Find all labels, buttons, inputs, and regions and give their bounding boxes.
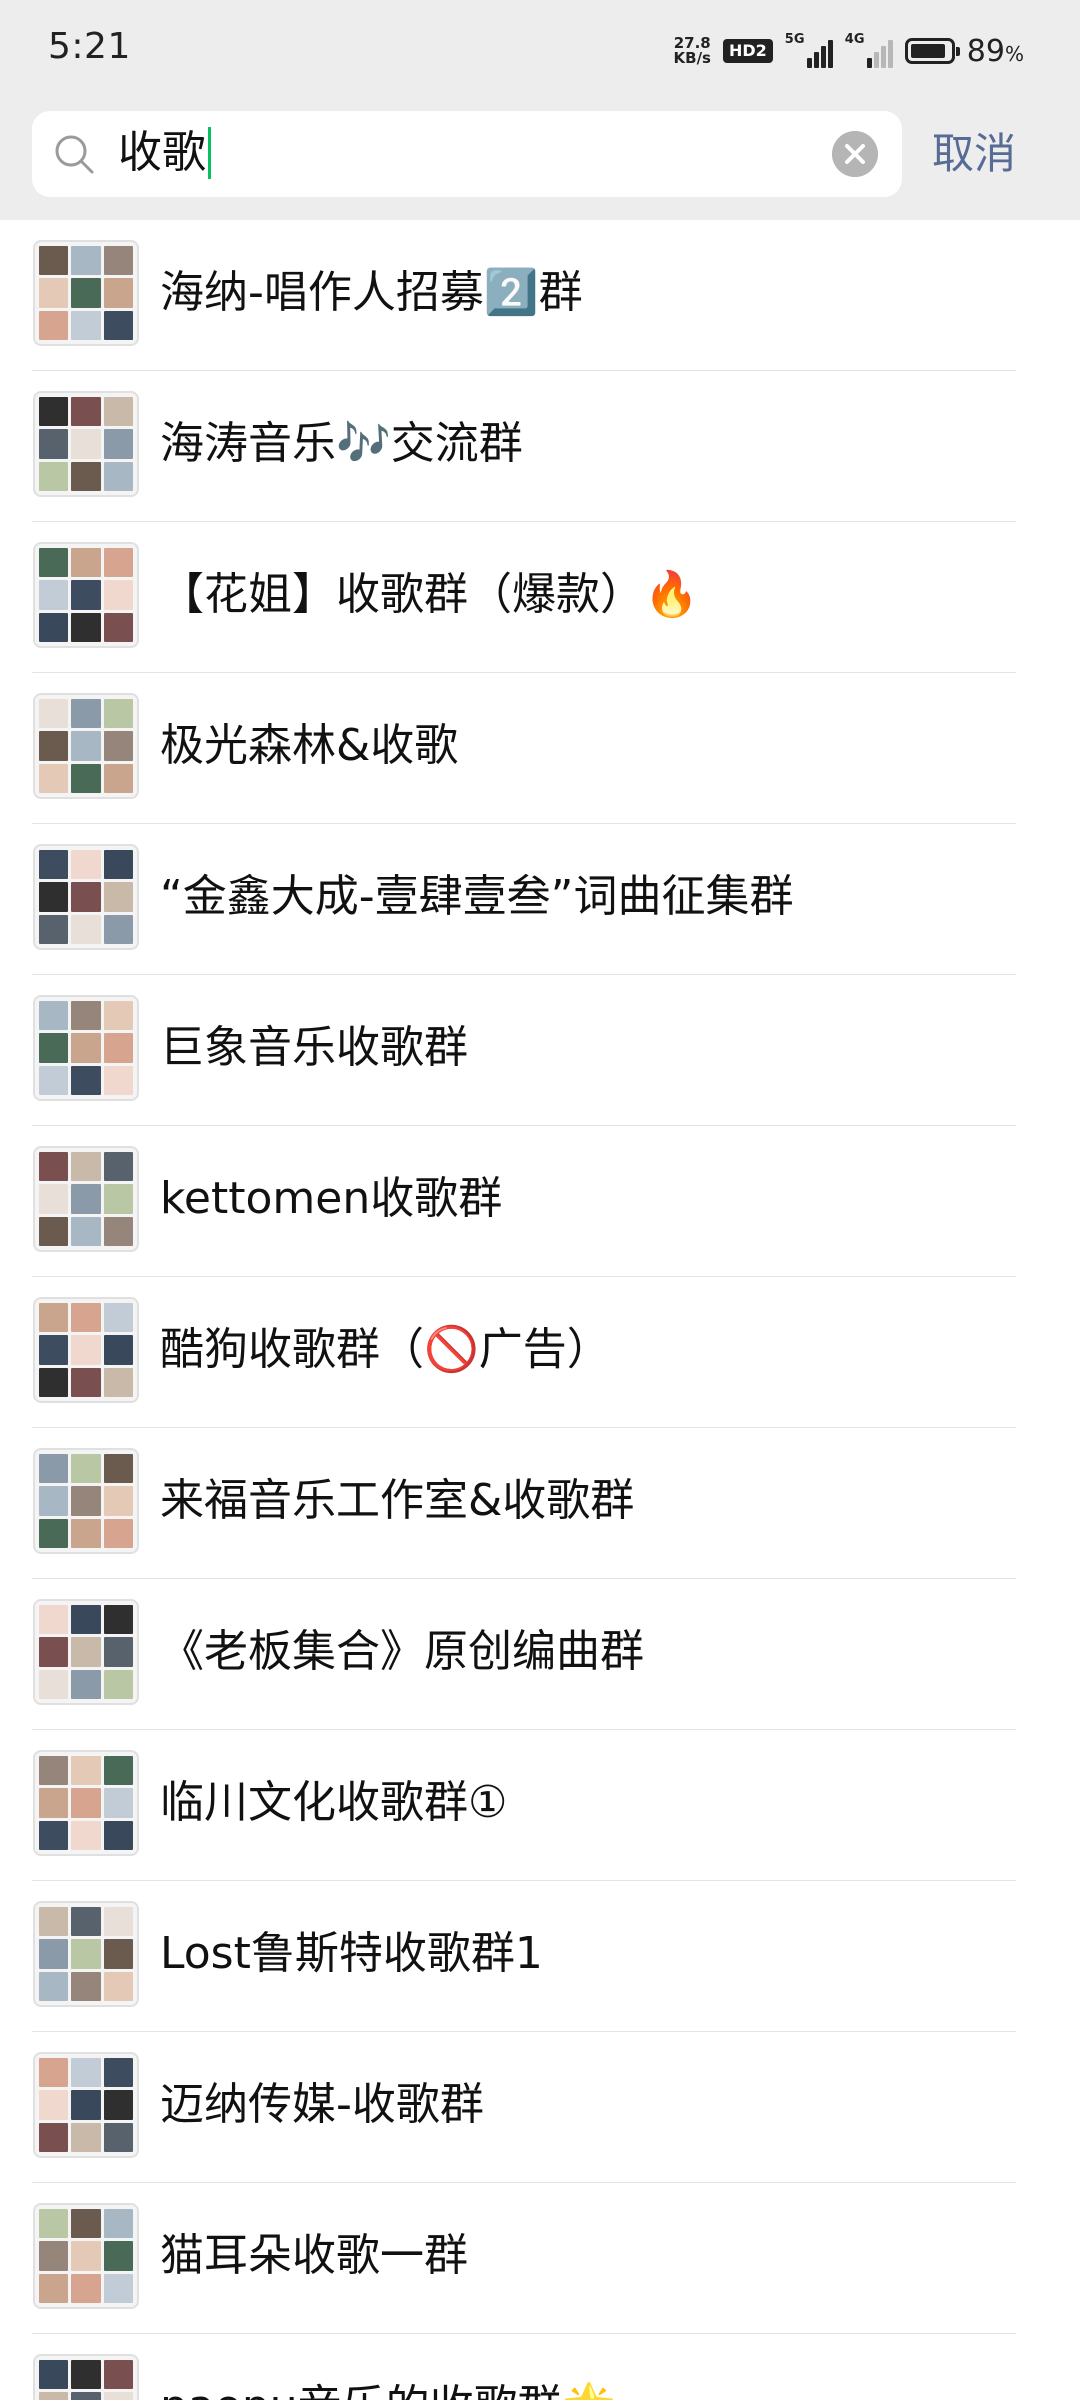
- network-speed: 27.8 KB/s: [674, 36, 711, 66]
- list-item[interactable]: 《老板集合》原创编曲群: [0, 1579, 1080, 1730]
- group-name: 酷狗收歌群（🚫广告）: [160, 1324, 611, 1375]
- hd-voice-icon: HD2: [722, 39, 773, 63]
- text-cursor: [208, 127, 211, 179]
- list-item[interactable]: 海纳-唱作人招募2️⃣群: [0, 220, 1080, 371]
- group-name: 极光森林&收歌: [160, 720, 459, 771]
- battery-indicator: 89%: [904, 33, 1024, 69]
- list-item[interactable]: paopu音乐的收歌群🌟: [0, 2334, 1080, 2400]
- list-item[interactable]: 来福音乐工作室&收歌群: [0, 1428, 1080, 1579]
- status-time: 5:21: [48, 26, 131, 67]
- group-name: kettomen收歌群: [160, 1173, 503, 1224]
- group-avatar: [33, 542, 139, 648]
- header: 5:21 27.8 KB/s HD2 5G 4G 89% 收歌 取消: [0, 0, 1080, 220]
- group-name: Lost鲁斯特收歌群1: [160, 1928, 543, 1979]
- group-avatar: [33, 240, 139, 346]
- group-avatar: [33, 1901, 139, 2007]
- group-name: 《老板集合》原创编曲群: [160, 1626, 644, 1677]
- group-name: 迈纳传媒-收歌群: [160, 2079, 484, 2130]
- group-avatar: [33, 1448, 139, 1554]
- group-name: 海纳-唱作人招募2️⃣群: [160, 267, 583, 318]
- group-name: 【花姐】收歌群（爆款）🔥: [160, 569, 699, 620]
- signal-5g-icon: 5G: [784, 32, 833, 68]
- signal-4g-label: 4G: [844, 32, 865, 47]
- group-avatar: [33, 1599, 139, 1705]
- cancel-button[interactable]: 取消: [932, 124, 1016, 184]
- list-item[interactable]: 酷狗收歌群（🚫广告）: [0, 1277, 1080, 1428]
- list-item[interactable]: 临川文化收歌群①: [0, 1730, 1080, 1881]
- list-item[interactable]: kettomen收歌群: [0, 1126, 1080, 1277]
- group-avatar: [33, 844, 139, 950]
- network-speed-unit: KB/s: [673, 49, 711, 67]
- list-item[interactable]: Lost鲁斯特收歌群1: [0, 1881, 1080, 2032]
- group-name: paopu音乐的收歌群🌟: [160, 2379, 616, 2400]
- group-name: 猫耳朵收歌一群: [160, 2230, 468, 2281]
- group-name: 海涛音乐🎶交流群: [160, 418, 523, 469]
- status-indicators: 27.8 KB/s HD2 5G 4G 89%: [674, 28, 1024, 74]
- signal-5g-label: 5G: [784, 32, 805, 47]
- search-icon: [55, 135, 94, 174]
- search-bar[interactable]: 收歌: [32, 111, 902, 197]
- group-avatar: [33, 693, 139, 799]
- group-name: 巨象音乐收歌群: [160, 1022, 468, 1073]
- status-bar: 5:21 27.8 KB/s HD2 5G 4G 89%: [0, 0, 1080, 100]
- group-avatar: [33, 995, 139, 1101]
- search-input[interactable]: 收歌: [118, 127, 211, 179]
- battery-icon: [904, 38, 960, 64]
- group-name: 来福音乐工作室&收歌群: [160, 1475, 635, 1526]
- clear-icon[interactable]: [832, 131, 878, 177]
- list-item[interactable]: “金鑫大成-壹肆壹叁”词曲征集群: [0, 824, 1080, 975]
- search-results-list[interactable]: 海纳-唱作人招募2️⃣群 海涛音乐🎶交流群 【花姐】收歌群（爆款）🔥 极光森林&…: [0, 220, 1080, 2400]
- signal-4g-icon: 4G: [844, 32, 893, 68]
- group-name: 临川文化收歌群①: [160, 1777, 508, 1828]
- list-item[interactable]: 猫耳朵收歌一群: [0, 2183, 1080, 2334]
- group-avatar: [33, 2052, 139, 2158]
- list-item[interactable]: 迈纳传媒-收歌群: [0, 2032, 1080, 2183]
- group-avatar: [33, 1750, 139, 1856]
- group-avatar: [33, 1297, 139, 1403]
- group-avatar: [33, 1146, 139, 1252]
- list-item[interactable]: 巨象音乐收歌群: [0, 975, 1080, 1126]
- list-item[interactable]: 海涛音乐🎶交流群: [0, 371, 1080, 522]
- list-item[interactable]: 【花姐】收歌群（爆款）🔥: [0, 522, 1080, 673]
- list-item[interactable]: 极光森林&收歌: [0, 673, 1080, 824]
- battery-percent: 89%: [966, 33, 1024, 69]
- group-avatar: [33, 2354, 139, 2400]
- group-avatar: [33, 2203, 139, 2309]
- group-avatar: [33, 391, 139, 497]
- group-name: “金鑫大成-壹肆壹叁”词曲征集群: [160, 871, 794, 922]
